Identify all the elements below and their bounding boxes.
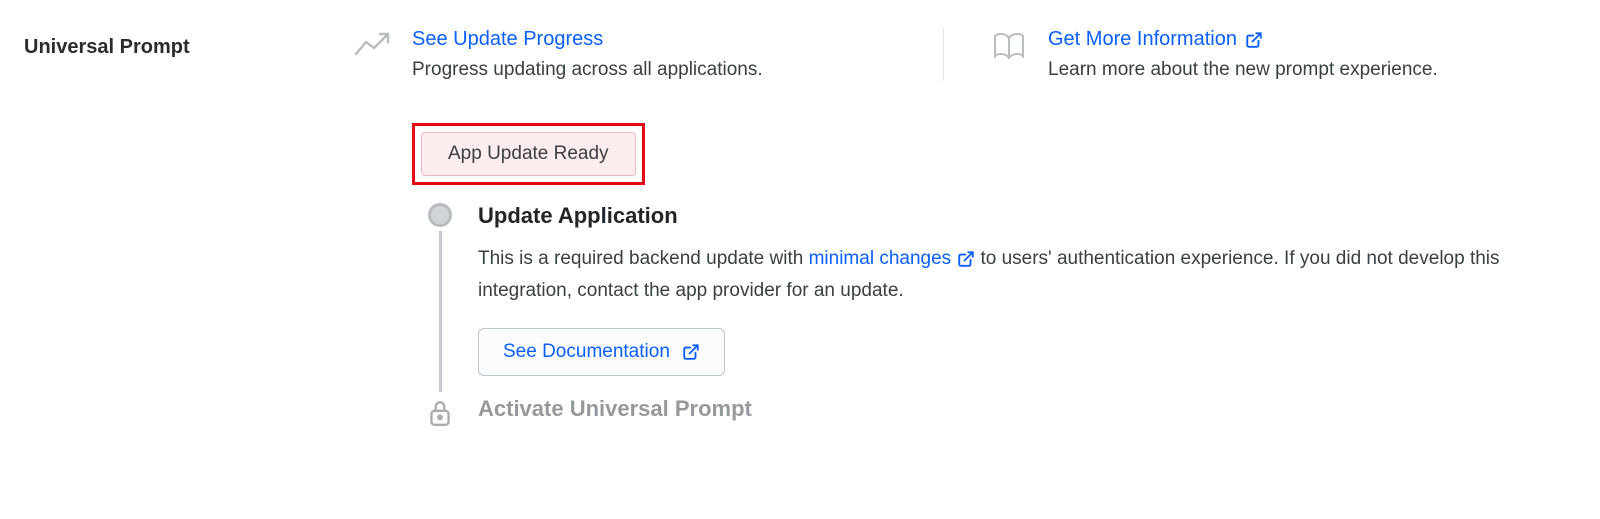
status-badge-highlight: App Update Ready <box>412 123 645 185</box>
external-link-icon <box>682 343 700 361</box>
info-card: Get More Information Learn more about th… <box>992 28 1486 81</box>
step1-title: Update Application <box>478 203 1576 229</box>
progress-title: See Update Progress <box>412 28 603 51</box>
external-link-icon <box>957 250 975 268</box>
info-title: Get More Information <box>1048 28 1237 51</box>
info-subtitle: Learn more about the new prompt experien… <box>1048 59 1438 81</box>
status-badge: App Update Ready <box>421 132 636 176</box>
book-icon <box>992 32 1026 60</box>
lock-icon <box>427 398 453 428</box>
section-label: Universal Prompt <box>24 36 354 59</box>
step1-desc-pre: This is a required backend update with <box>478 248 809 269</box>
step-dot-icon <box>428 203 452 227</box>
see-documentation-button[interactable]: See Documentation <box>478 328 725 376</box>
minimal-changes-link[interactable]: minimal changes <box>809 243 976 275</box>
trend-up-icon <box>354 32 390 56</box>
step-update-application: Update Application This is a required ba… <box>426 203 1576 396</box>
step2-title: Activate Universal Prompt <box>478 396 752 422</box>
doc-button-label: See Documentation <box>503 341 670 363</box>
progress-card: See Update Progress Progress updating ac… <box>354 28 944 81</box>
step-connector <box>439 231 442 392</box>
step-activate-universal-prompt: Activate Universal Prompt <box>426 396 1576 442</box>
external-link-icon <box>1245 31 1263 49</box>
see-update-progress-link[interactable]: See Update Progress <box>412 28 603 51</box>
step1-link-text: minimal changes <box>809 243 952 275</box>
info-cards: See Update Progress Progress updating ac… <box>354 28 1576 81</box>
progress-subtitle: Progress updating across all application… <box>412 59 763 81</box>
get-more-information-link[interactable]: Get More Information <box>1048 28 1263 51</box>
step1-description: This is a required backend update with m… <box>478 243 1576 308</box>
